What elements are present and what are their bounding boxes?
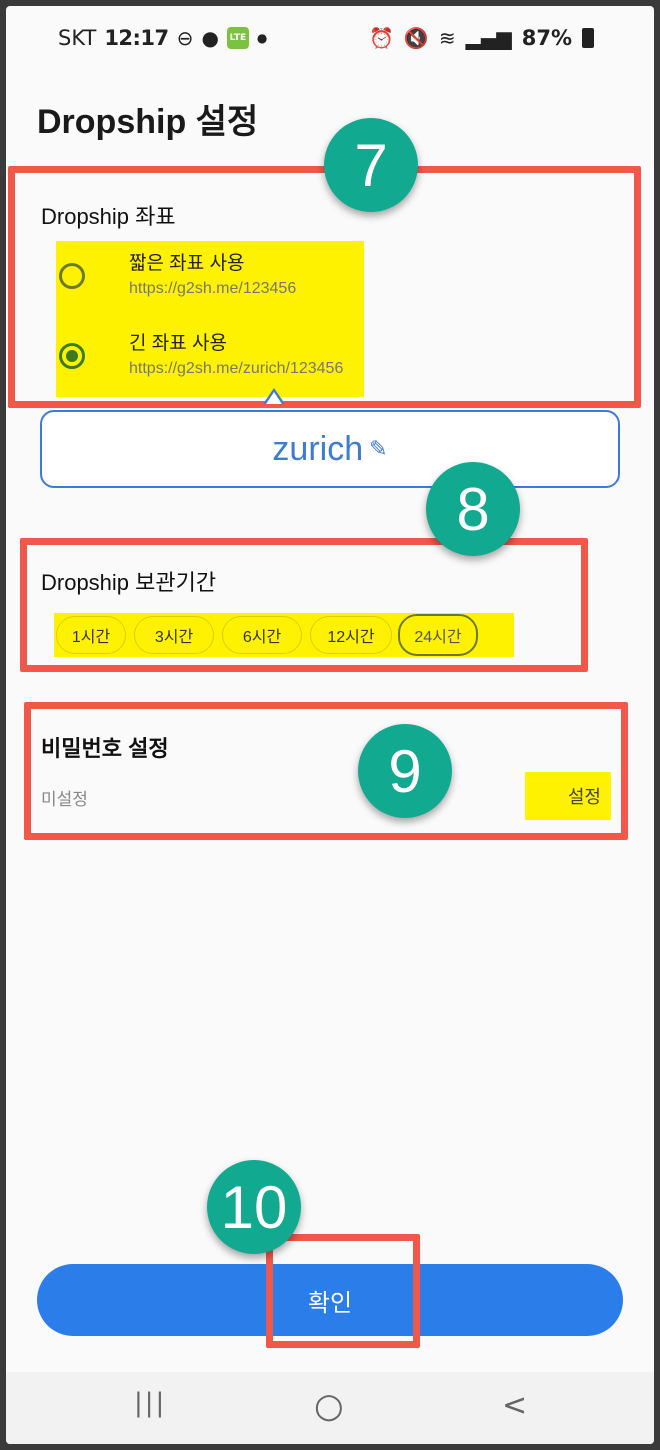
system-nav-bar: ||| ○ < — [6, 1372, 654, 1444]
field-pointer-inner — [266, 392, 282, 404]
home-icon[interactable]: ○ — [314, 1386, 344, 1426]
coord-section-title: Dropship 좌표 — [41, 204, 176, 229]
signal-icon: ▂▄▆ — [465, 26, 512, 50]
password-section-title: 비밀번호 설정 — [41, 736, 169, 761]
screen: SKT 12:17 ⊖ ● LTE ● ⏰ 🔇 ≋ ▂▄▆ 87% Dropsh… — [6, 6, 654, 1444]
carrier: SKT — [58, 26, 97, 50]
custom-coord-field[interactable]: zurich ✎ — [40, 410, 620, 488]
chat-icon: ● — [201, 26, 219, 50]
dnd-icon: ⊖ — [176, 26, 194, 50]
alarm-icon: ⏰ — [369, 26, 394, 50]
chip-3h[interactable]: 3시간 — [134, 616, 214, 654]
mute-icon: 🔇 — [403, 26, 429, 50]
chip-1h[interactable]: 1시간 — [56, 616, 126, 654]
chip-24h[interactable]: 24시간 — [398, 614, 478, 656]
battery-level: 87% — [521, 26, 572, 50]
dot-icon: ● — [256, 31, 268, 45]
custom-coord-value: zurich — [272, 429, 364, 468]
status-bar-right: ⏰ 🔇 ≋ ▂▄▆ 87% — [369, 26, 594, 50]
chip-6h[interactable]: 6시간 — [222, 616, 302, 654]
option-short-url: https://g2sh.me/123456 — [129, 280, 297, 297]
option-long-coord[interactable]: 긴 좌표 사용 https://g2sh.me/zurich/123456 — [59, 333, 359, 400]
password-status: 미설정 — [41, 790, 88, 809]
highlight-box-confirm — [266, 1234, 420, 1348]
clock: 12:17 — [104, 26, 169, 50]
page-title: Dropship 설정 — [37, 103, 259, 141]
annotation-badge-9: 9 — [358, 724, 452, 818]
annotation-badge-10: 10 — [207, 1160, 301, 1254]
radio-long-coord[interactable] — [59, 343, 85, 369]
option-short-label: 짧은 좌표 사용 — [129, 253, 245, 274]
recent-apps-icon[interactable]: ||| — [134, 1388, 166, 1418]
status-bar-left: SKT 12:17 ⊖ ● LTE ● — [58, 26, 267, 50]
pencil-icon[interactable]: ✎ — [369, 437, 387, 462]
option-long-url: https://g2sh.me/zurich/123456 — [129, 360, 344, 377]
option-long-label: 긴 좌표 사용 — [129, 333, 227, 354]
chip-12h[interactable]: 12시간 — [310, 616, 392, 654]
radio-short-coord[interactable] — [59, 263, 85, 289]
option-short-coord[interactable]: 짧은 좌표 사용 https://g2sh.me/123456 — [59, 253, 359, 320]
password-set-button[interactable]: 설정 — [525, 772, 611, 820]
back-icon[interactable]: < — [502, 1388, 527, 1423]
annotation-badge-7: 7 — [324, 118, 418, 212]
annotation-badge-8: 8 — [426, 462, 520, 556]
lte-icon: LTE — [226, 27, 249, 49]
battery-icon — [582, 28, 594, 48]
wifi-icon: ≋ — [438, 26, 456, 50]
retention-section-title: Dropship 보관기간 — [41, 570, 217, 595]
